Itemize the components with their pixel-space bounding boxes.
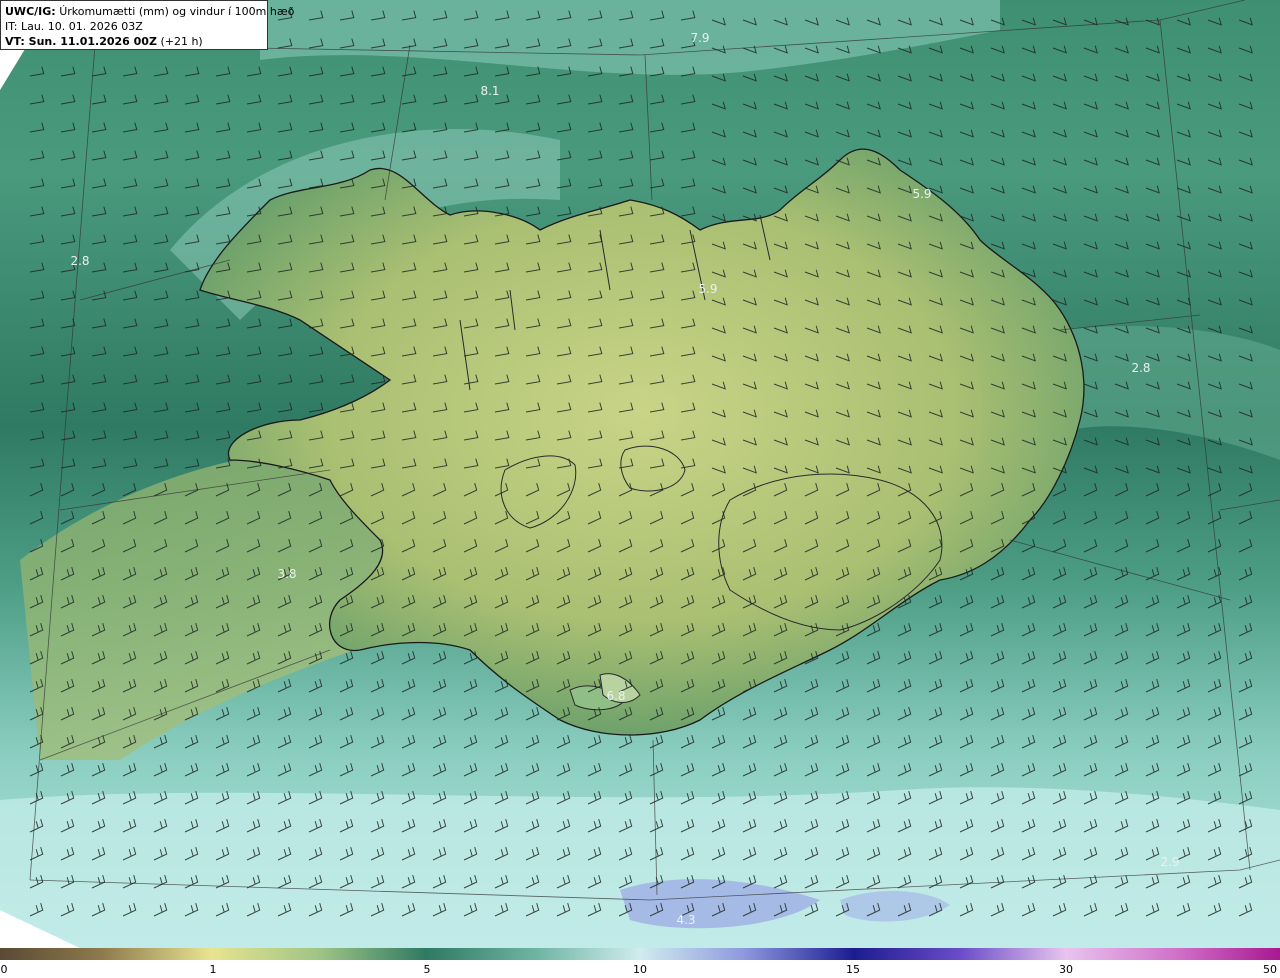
map-description: Úrkomumætti (mm) og vindur í 100m hæð <box>59 5 295 18</box>
map-value-label: 4.3 <box>676 913 695 927</box>
map-value-label: 2.8 <box>1131 361 1150 375</box>
map-value-label: 2.9 <box>1160 855 1179 869</box>
colorbar-tick-label: 1 <box>209 963 217 976</box>
colorbar-tick-label: 0 <box>0 963 8 976</box>
valid-time: VT: Sun. 11.01.2026 00Z <box>5 35 157 48</box>
init-time: IT: Lau. 10. 01. 2026 03Z <box>5 20 143 33</box>
map-value-label: 6.8 <box>606 689 625 703</box>
lead-time: (+21 h) <box>160 35 203 48</box>
map-value-label: 7.9 <box>690 31 709 45</box>
colorbar-tick-label: 5 <box>423 963 431 976</box>
map-value-label: 8.1 <box>480 84 499 98</box>
map-title-box: UWC/IG: Úrkomumætti (mm) og vindur í 100… <box>0 0 294 50</box>
valid-line: VT: Sun. 11.01.2026 00Z (+21 h) <box>5 34 263 49</box>
title-line: UWC/IG: Úrkomumætti (mm) og vindur í 100… <box>5 4 294 19</box>
colorbar-tick-label: 10 <box>633 963 647 976</box>
map-value-label: 5.9 <box>912 187 931 201</box>
model-name: UWC/IG: <box>5 5 56 18</box>
map-value-label: 5.9 <box>698 282 717 296</box>
map-value-label: 3.8 <box>277 567 296 581</box>
weather-map: 7.9 8.1 5.9 5.9 2.8 6.8 3.8 2.8 2.9 4.3 <box>0 0 1280 948</box>
colorbar-tick-label: 50 <box>1263 963 1277 976</box>
colorbar-tick-label: 15 <box>846 963 860 976</box>
colorbar-tick-label: 30 <box>1059 963 1073 976</box>
map-value-label: 2.8 <box>70 254 89 268</box>
colorbar <box>0 948 1280 960</box>
